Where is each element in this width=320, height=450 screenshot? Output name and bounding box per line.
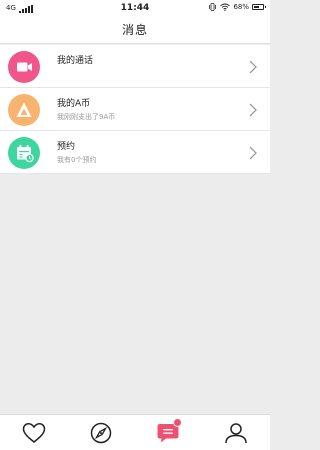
battery-percent: 68%: [233, 3, 249, 11]
list-item-coins[interactable]: 我的A币 我刚刚支出了9A币: [0, 88, 270, 131]
status-right: 68%: [208, 3, 266, 11]
list-item-subtitle: 我有0个预约: [57, 156, 97, 164]
list-item-appointments[interactable]: 预约 我有0个预约: [0, 131, 270, 174]
app-screen: 4G 11:44 68% 消息 我的通话 我的A币 我刚刚支出了9A币 预约 我…: [0, 0, 270, 450]
chevron-right-icon: [249, 146, 257, 160]
list-item-title: 预约: [57, 142, 76, 152]
list-item-title: 我的A币: [57, 99, 91, 109]
a-coin-icon: [8, 94, 40, 126]
heart-icon: [22, 423, 46, 443]
vibrate-icon: [209, 3, 217, 11]
compass-icon: [90, 422, 112, 444]
chevron-right-icon: [249, 103, 257, 117]
page-title: 消息: [121, 23, 148, 37]
tab-discover[interactable]: [89, 422, 113, 444]
battery-icon: [252, 4, 266, 10]
battery-fill: [254, 6, 260, 8]
list-item-subtitle: 我刚刚支出了9A币: [57, 113, 116, 121]
chevron-right-icon: [249, 60, 257, 74]
tab-messages[interactable]: [156, 418, 182, 444]
calendar-icon: [8, 137, 40, 169]
bottom-tab-bar: [0, 414, 270, 450]
notification-badge: [173, 418, 182, 427]
person-icon: [225, 423, 247, 444]
tab-favorites[interactable]: [22, 422, 46, 444]
message-list: 我的通话 我的A币 我刚刚支出了9A币 预约 我有0个预约: [0, 45, 270, 174]
tab-profile[interactable]: [224, 422, 248, 444]
status-bar: 4G 11:44 68%: [0, 0, 270, 18]
list-item-calls[interactable]: 我的通话: [0, 45, 270, 88]
wifi-icon: [220, 3, 231, 11]
video-call-icon: [8, 51, 40, 83]
page-header: 消息: [0, 18, 270, 44]
list-item-title: 我的通话: [57, 56, 94, 66]
